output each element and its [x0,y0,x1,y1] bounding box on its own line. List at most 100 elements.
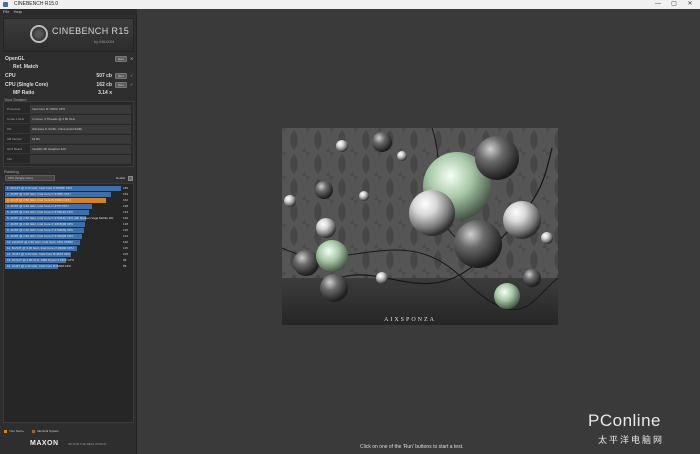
pconline-watermark: PConline 太平洋电脑网 [588,411,698,447]
cinebench-logo: CINEBENCH R15 by MAXON [3,18,134,52]
minimize-button[interactable]: — [652,0,664,9]
cpu-single-run-button[interactable]: Run [115,82,127,88]
cpu-single-label: CPU (Single Core) [5,82,49,88]
ranking-row-label: 4. 4C/8T @ 3.40 GHz, Intel Core i7-3770 … [7,204,69,208]
ranking-select[interactable]: CPU (Single Core) [5,175,55,181]
ranking-row-label: 8. 4C/8T @ 2.40 GHz, Intel Core i7-4700M… [7,228,74,232]
system-row: GFX Board Intel(R) HD Graphics 620 [5,144,132,154]
opengl-status-icon: ✕ [130,56,134,61]
system-row-key: GFX Board [7,147,23,151]
ranking-row[interactable]: 6. 4C/8T @ 2.50 GHz, Intel Core i7-4710H… [5,216,132,221]
pconline-brand: PConline [588,411,661,430]
title-bar: CINEBENCH R15.0 [0,0,700,9]
ranking-row-current[interactable]: 3. 4C/4T @ 2.50 GHz, Intel Core i5-7200U… [5,198,132,203]
ranking-list[interactable]: 1. 6C/12T @ 3.70 GHz, Intel Core i7-8700… [3,183,134,423]
ranking-row-score: 138 [123,204,129,208]
cpu-single-check-icon: ✓ [130,82,134,87]
app-icon [3,2,8,7]
ranking-row[interactable]: 10. 12C/24T @ 2.66 GHz, Intel Xeon CPU X… [5,240,132,245]
logo-sub: by MAXON [94,39,115,44]
cpu-run-button[interactable]: Run [115,73,127,79]
ranking-row-score: 133 [123,210,129,214]
ranking-row-score: 105 [123,252,129,256]
cpu-single-score: 162 cb [96,82,112,88]
ranking-row[interactable]: 9. 4C/8T @ 2.60 GHz, Intel Core i7-3720Q… [5,234,132,239]
ranking-row[interactable]: 4. 4C/8T @ 3.40 GHz, Intel Core i7-3770 … [5,204,132,209]
ranking-row[interactable]: 1. 6C/12T @ 3.70 GHz, Intel Core i7-8700… [5,186,132,191]
close-button[interactable]: ✕ [684,0,696,9]
render-preview: AIXSPONZA [282,128,558,325]
ranking-row-label: 1. 6C/12T @ 3.70 GHz, Intel Core i7-8700… [7,186,73,190]
system-row-key: CB Version [7,137,23,141]
opengl-label: OpenGL [5,56,25,62]
your-score-swatch [4,430,7,433]
your-score-label: Your Score [9,429,24,433]
cpu-score: 507 cb [96,73,112,79]
ranking-row-score: 122 [123,234,129,238]
ranking-row-label: 6. 4C/8T @ 2.50 GHz, Intel Core i7-4710H… [7,216,114,220]
system-info-card: Processor Intel Core i5-7200U CPU Cores … [3,101,134,167]
details-toggle[interactable] [128,176,133,181]
ranking-row-label: 3. 4C/4T @ 2.50 GHz, Intel Core i5-7200U… [7,198,71,202]
system-row-key: Info [7,157,13,161]
maxon-footer: MAXON 3D FOR THE REAL WORLD [4,436,134,450]
system-row-key: Cores x GHz [7,117,25,121]
ranking-row[interactable]: 5. 4C/8T @ 2.60 GHz, Intel Core i7-6700H… [5,210,132,215]
ranking-row-score: 115 [123,246,128,250]
mp-ratio-value: 3.14 x [98,90,112,96]
left-panel: CINEBENCH R15 by MAXON OpenGL Run ✕ Ref.… [0,15,137,454]
mp-ratio-label: MP Ratio [13,90,35,96]
pconline-sub: 太平洋电脑网 [598,435,665,445]
system-row-value: 4 Cores, 4 Threads @ 2.50 GHz [30,115,131,123]
menu-file[interactable]: File [3,9,9,14]
ranking-row-score: 169 [123,192,129,196]
ranking-row[interactable]: 13. 6C/12T @ 2.80 GHz, AMD Ryzen 5 1600 … [5,258,132,263]
system-row-value: Windows 8, 64 Bit, China (build 9200) [30,125,131,133]
render-image: AIXSPONZA [282,128,558,325]
ranking-row[interactable]: 14. 2C/4T @ 2.40 GHz, Intel Core i5-520M… [5,264,132,269]
maxon-tagline: 3D FOR THE REAL WORLD [68,442,107,446]
render-watermark: AIXSPONZA [384,317,436,323]
menu-help[interactable]: Help [14,9,22,14]
ranking-row-label: 5. 4C/8T @ 2.60 GHz, Intel Core i7-6700H… [7,210,74,214]
cinebench-logo-icon [30,25,48,43]
ranking-row-score: 185 [123,186,129,190]
system-row: Processor Intel Core i5-7200U CPU [5,104,132,114]
info-field[interactable] [30,155,131,163]
ref-match-row: Ref. Match [3,63,134,71]
ranking-row-label: 14. 2C/4T @ 2.40 GHz, Intel Core i5-520M… [7,264,72,268]
opengl-run-button[interactable]: Run [115,56,127,62]
system-row: Cores x GHz 4 Cores, 4 Threads @ 2.50 GH… [5,114,132,124]
ref-match-label: Ref. Match [13,64,39,70]
ranking-row-score: 128 [123,222,129,226]
ranking-heading: Ranking [4,169,19,174]
system-row-value: 64 Bit [30,135,131,143]
ranking-row-score: 120 [123,240,129,244]
ranking-row[interactable]: 2. 4C/8T @ 4.00 GHz, Intel Core i7-6700K… [5,192,132,197]
ranking-row[interactable]: 11. 6C/12T @ 3.30 GHz, Intel Core i7-393… [5,246,132,251]
ranking-row-label: 12. 4C/4T @ 3.40 GHz, Intel Core i5-3570… [7,252,71,256]
maximize-button[interactable]: ▢ [668,0,680,9]
logo-name: CINEBENCH R15 [52,26,130,36]
benchmark-results: OpenGL Run ✕ Ref. Match CPU 507 cb Run ✓… [3,55,134,96]
system-row-value: Intel Core i5-7200U CPU [30,105,131,113]
identical-system-swatch [32,430,35,433]
ranking-row[interactable]: 7. 4C/8T @ 2.30 GHz, Intel Core i7-3615Q… [5,222,132,227]
system-row-key: OS [7,127,12,131]
identical-system-label: Identical System [37,429,60,433]
ranking-row-label: 13. 6C/12T @ 2.80 GHz, AMD Ryzen 5 1600 … [7,258,74,262]
cpu-label: CPU [5,73,16,79]
ranking-row[interactable]: 8. 4C/8T @ 2.40 GHz, Intel Core i7-4700M… [5,228,132,233]
system-row: OS Windows 8, 64 Bit, China (build 9200) [5,124,132,134]
ranking-row-score: 85 [123,264,127,268]
maxon-logo: MAXON [30,440,59,447]
cpu-check-icon: ✓ [130,73,134,78]
system-row-key: Processor [7,107,21,111]
ranking-row-label: 11. 6C/12T @ 3.30 GHz, Intel Core i7-393… [7,246,74,250]
system-row: CB Version 64 Bit [5,134,132,144]
system-row: Info [5,154,132,164]
details-label: Details [116,176,126,180]
ranking-header: CPU (Single Core) Details [3,175,134,182]
ranking-row[interactable]: 12. 4C/4T @ 3.40 GHz, Intel Core i5-3570… [5,252,132,257]
system-row-value: Intel(R) HD Graphics 620 [30,145,131,153]
